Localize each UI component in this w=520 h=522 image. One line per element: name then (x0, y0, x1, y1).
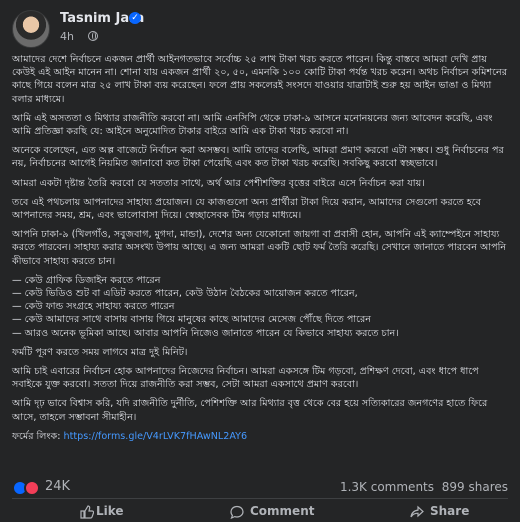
globe-icon (88, 31, 98, 41)
list-item: — কেউ ভিডিও শুট বা এডিট করতে পারেন, কেউ … (12, 288, 358, 300)
help-list: — কেউ গ্রাফিক ডিজাইন করতে পারেন — কেউ ভি… (12, 274, 508, 340)
post-paragraph: আমি এই অসততা ও মিথ্যার রাজনীতি করবো না। … (12, 112, 493, 138)
list-item: — কেউ ফান্ড সংগ্রহে সাহায্য করতে পারেন (12, 301, 175, 313)
share-arrow-icon (410, 505, 424, 518)
form-link-line: ফর্মের লিংক: https://forms.gle/V4rLVK7fH… (12, 430, 508, 443)
post-paragraph: অনেকে বলেছেন, এত অল্প বাজেটে নির্বাচন কর… (12, 145, 504, 170)
love-reaction-icon[interactable] (24, 480, 40, 496)
post-paragraph: আমি দৃঢ় ভাবে বিশ্বাস করি, যদি রাজনীতি দ… (12, 398, 488, 423)
share-button[interactable]: Share (348, 503, 508, 521)
thumbs-up-icon (80, 505, 94, 519)
list-item: — কেউ গ্রাফিক ডিজাইন করতে পারেন (12, 274, 161, 286)
verified-badge-icon: ✓ (129, 12, 141, 24)
post-paragraph: আমি চাই এবারের নির্বাচন হোক আপনাদের নিজে… (12, 366, 479, 391)
post-paragraph: তবে এই পথচলায় আপনাদের সাহায্য প্রয়োজন।… (12, 196, 481, 222)
like-label: Like (96, 504, 124, 518)
post-actions: Like Comment Share (12, 500, 508, 522)
post-paragraph: ফর্মটি পূরণ করতে সময় লাগবে মাত্র দুই মি… (12, 346, 188, 358)
form-link-label: ফর্মের লিংক: (12, 430, 64, 442)
comment-button[interactable]: Comment (180, 503, 340, 521)
reaction-count[interactable]: 24K (45, 479, 70, 494)
post-paragraph: আপনি ঢাকা-৯ (খিলগাঁও, সবুজবাগ, মুগদা, মা… (12, 229, 507, 267)
post-time[interactable]: 4h (60, 30, 74, 43)
comment-count[interactable]: 1.3K comments (340, 480, 434, 494)
post-paragraph: আমাদের দেশে নির্বাচনে একজন প্রার্থী আইনগ… (12, 54, 507, 105)
like-button[interactable]: Like (12, 503, 172, 521)
post-header: Tasnim Jara ✓ 4h (12, 8, 508, 48)
divider (12, 498, 508, 499)
post-stats: 24K 1.3K comments 899 shares (12, 478, 508, 498)
facebook-post: Tasnim Jara ✓ 4h আমাদের দেশে নির্বাচনে এ… (0, 0, 520, 522)
comment-icon (230, 505, 244, 519)
post-body: আমাদের দেশে নির্বাচনে একজন প্রার্থী আইনগ… (12, 53, 508, 449)
comment-label: Comment (250, 504, 315, 518)
author-avatar[interactable] (12, 10, 50, 48)
share-label: Share (430, 504, 470, 518)
list-item: — কেউ আমাদের সাথে বাসায় বাসায় গিয়ে মা… (12, 314, 371, 326)
list-item: — আরও অনেক ভূমিকা আছে। আবার আপনি নিজেও জ… (12, 327, 399, 339)
form-link[interactable]: https://forms.gle/V4rLVK7fHAwNL2AY6 (64, 431, 248, 442)
post-paragraph: আমরা একটা দৃষ্টান্ত তৈরি করবো যে সততার স… (12, 177, 425, 189)
share-count[interactable]: 899 shares (442, 480, 508, 494)
